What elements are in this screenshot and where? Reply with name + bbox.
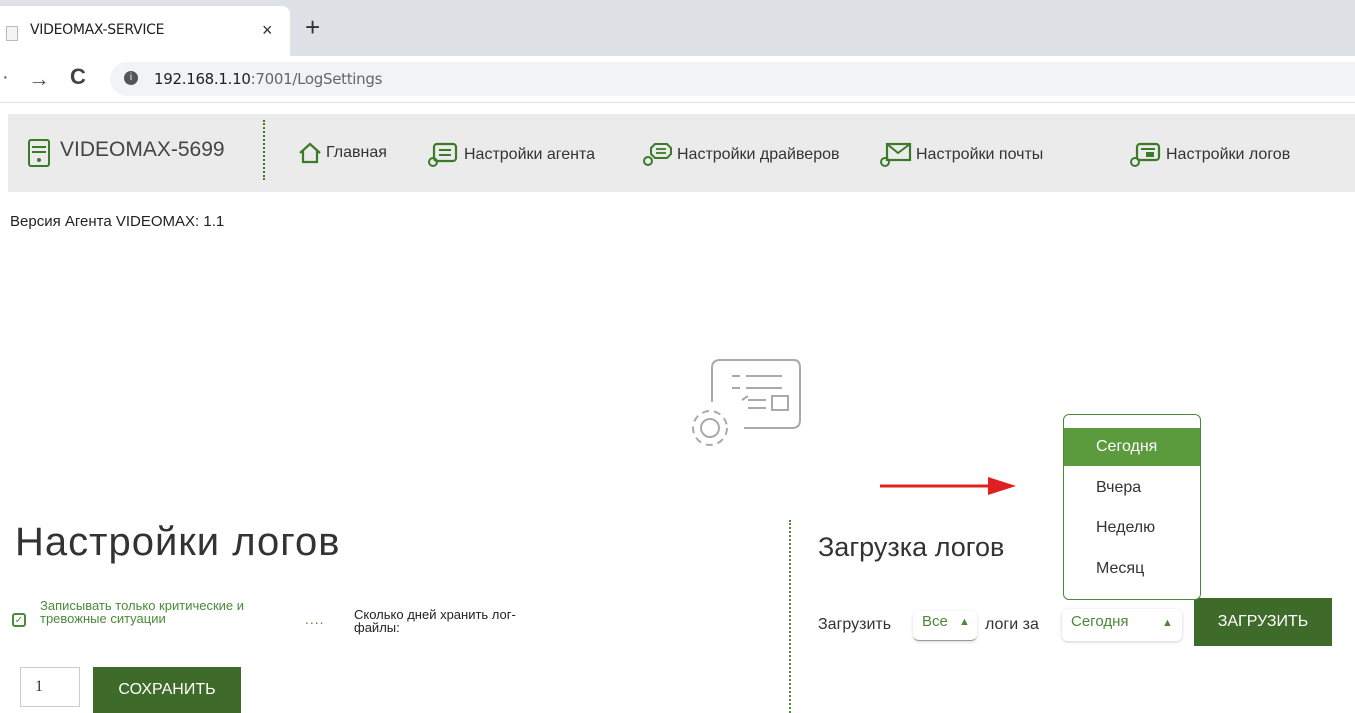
log-type-select[interactable]: Все ▲ [913, 611, 977, 641]
mail-settings-icon [880, 142, 912, 167]
agent-settings-icon [428, 142, 458, 167]
agent-version-text: Версия Агента VIDEOMAX: 1.1 [10, 213, 225, 230]
nav-item-label: Настройки агента [464, 146, 596, 163]
nav-item-label: Настройки логов [1166, 146, 1291, 163]
nav-item-label: Главная [326, 144, 387, 161]
brand-suffix: -5699 [170, 138, 225, 161]
nav-item-log-settings[interactable]: Настройки логов [1128, 142, 1290, 168]
browser-tab-strip: VIDEOMAX-SERVICE × + [0, 0, 1355, 56]
separator-dots: .... [305, 611, 325, 627]
critical-only-checkbox[interactable]: ✓ [12, 613, 26, 627]
driver-settings-icon [643, 143, 672, 166]
period-option-month[interactable]: Месяц [1064, 550, 1200, 588]
period-select[interactable]: Сегодня ▲ [1062, 609, 1182, 641]
url-host: 192.168.1.10 [154, 70, 251, 88]
site-navbar: VIDEOMAX-5699 Главная Настройки агента Н… [8, 114, 1355, 192]
log-type-value: Все [922, 613, 948, 630]
log-settings-illustration-icon [692, 359, 801, 446]
panel-divider [789, 520, 791, 713]
brand-prefix: VIDEOMAX [60, 138, 171, 161]
period-value: Сегодня [1071, 613, 1129, 630]
critical-only-label[interactable]: Записывать только критические и тревожны… [40, 599, 260, 625]
period-option-week[interactable]: Неделю [1064, 509, 1200, 547]
reload-icon[interactable]: C [70, 64, 86, 90]
nav-item-agent-settings[interactable]: Настройки агента [426, 142, 595, 168]
tab-close-icon[interactable]: × [262, 20, 273, 41]
period-option-today[interactable]: Сегодня [1064, 428, 1200, 466]
days-to-keep-input[interactable]: 1 [20, 667, 80, 707]
nav-item-home[interactable]: Главная [298, 142, 387, 164]
log-download-title: Загрузка логов [818, 532, 1005, 562]
back-icon[interactable]: · [2, 66, 9, 89]
days-to-keep-label: Сколько дней хранить лог-файлы: [354, 607, 516, 635]
home-icon [299, 142, 321, 164]
new-tab-button[interactable]: + [305, 12, 320, 43]
red-arrow-icon [880, 477, 1016, 495]
url-text[interactable]: 192.168.1.10:7001/LogSettings [154, 70, 382, 88]
nav-item-driver-settings[interactable]: Настройки драйверов [641, 142, 839, 168]
brand-logo[interactable]: VIDEOMAX-5699 [60, 138, 225, 162]
page-favicon-icon [6, 26, 18, 41]
load-label: Загрузить [818, 616, 892, 633]
address-bar[interactable]: i 192.168.1.10:7001/LogSettings [110, 62, 1355, 96]
period-dropdown-list: Сегодня Вчера Неделю Месяц [1063, 414, 1201, 600]
nav-item-label: Настройки почты [916, 146, 1044, 163]
server-icon [28, 139, 50, 167]
caret-up-icon: ▲ [959, 616, 970, 628]
log-settings-icon [1130, 142, 1161, 167]
log-settings-title: Настройки логов [15, 520, 341, 564]
forward-icon[interactable]: → [28, 66, 50, 92]
logs-for-label: логи за [985, 616, 1039, 633]
site-info-icon[interactable]: i [124, 71, 138, 85]
url-path: :7001/LogSettings [250, 70, 383, 88]
nav-item-mail-settings[interactable]: Настройки почты [878, 142, 1043, 168]
browser-tab[interactable]: VIDEOMAX-SERVICE × [0, 6, 290, 56]
caret-up-icon: ▲ [1162, 617, 1173, 629]
save-button[interactable]: СОХРАНИТЬ [93, 667, 241, 713]
nav-divider [263, 120, 265, 180]
download-button[interactable]: ЗАГРУЗИТЬ [1194, 598, 1332, 646]
tab-title: VIDEOMAX-SERVICE [30, 22, 165, 38]
nav-item-label: Настройки драйверов [677, 146, 840, 163]
period-option-yesterday[interactable]: Вчера [1064, 469, 1200, 507]
browser-toolbar: · → C i 192.168.1.10:7001/LogSettings [0, 56, 1355, 103]
